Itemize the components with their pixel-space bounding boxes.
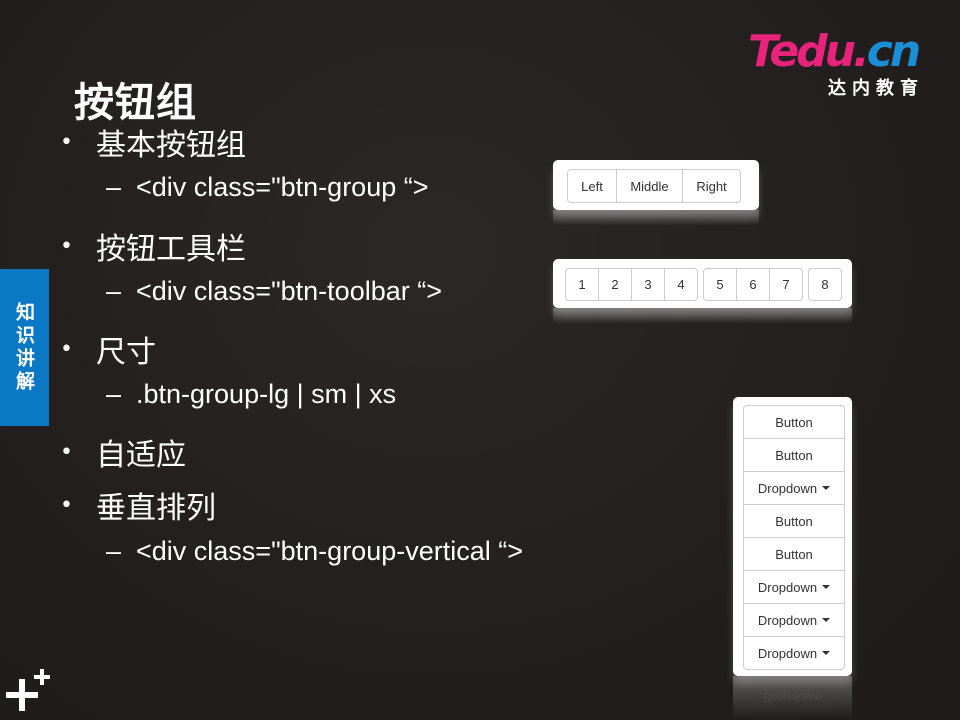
bullet-text: 垂直排列 bbox=[96, 491, 216, 526]
bullet-text: 按钮工具栏 bbox=[96, 232, 246, 267]
vertical-dropdown[interactable]: Dropdown bbox=[743, 471, 845, 505]
bullet-text: 基本按钮组 bbox=[96, 128, 246, 163]
bullet-item: • 自适应 bbox=[60, 430, 186, 474]
vertical-dropdown[interactable]: Dropdown bbox=[743, 636, 845, 670]
bullet-item: • 尺寸 bbox=[60, 327, 156, 371]
bullet-dot: • bbox=[60, 129, 73, 155]
caret-down-icon bbox=[822, 651, 831, 655]
logo-wordmark: Tedu.cn bbox=[748, 26, 921, 77]
vertical-dropdown[interactable]: Dropdown bbox=[743, 570, 845, 604]
sub-dash: – bbox=[106, 379, 122, 409]
sub-item: – <div class="btn-group “> bbox=[106, 172, 429, 203]
page-button-1[interactable]: 1 bbox=[565, 268, 599, 301]
page-button-6[interactable]: 6 bbox=[736, 268, 770, 301]
panel-reflection bbox=[553, 210, 759, 226]
page-button-2[interactable]: 2 bbox=[598, 268, 632, 301]
vertical-button[interactable]: Button bbox=[743, 405, 845, 439]
sub-dash: – bbox=[106, 172, 122, 202]
btn-group: Left Middle Right bbox=[567, 169, 741, 203]
toolbar-group-1: 1 2 3 4 bbox=[565, 268, 698, 301]
tedu-logo: Tedu.cn 达内教育 bbox=[748, 28, 928, 100]
bullet-item: • 按钮工具栏 bbox=[60, 224, 246, 268]
caret-down-icon bbox=[822, 618, 831, 622]
sub-item: – <div class="btn-group-vertical “> bbox=[106, 536, 523, 567]
sub-item: – <div class="btn-toolbar “> bbox=[106, 276, 442, 307]
sub-item: – .btn-group-lg | sm | xs bbox=[106, 379, 396, 410]
bullet-dot: • bbox=[60, 492, 73, 518]
plus-icon bbox=[6, 669, 50, 711]
side-tab-label: 知识讲解 bbox=[13, 301, 35, 394]
page-button-4[interactable]: 4 bbox=[664, 268, 698, 301]
toolbar-group-3: 8 bbox=[808, 268, 842, 301]
sub-text: <div class="btn-group-vertical “> bbox=[136, 536, 524, 566]
bullet-item: • 垂直排列 bbox=[60, 483, 216, 527]
page-button-7[interactable]: 7 bbox=[769, 268, 803, 301]
page-button-3[interactable]: 3 bbox=[631, 268, 665, 301]
caret-down-icon bbox=[822, 486, 831, 490]
bullet-text: 尺寸 bbox=[96, 335, 156, 370]
sub-dash: – bbox=[106, 276, 122, 306]
sub-text: <div class="btn-toolbar “> bbox=[136, 276, 442, 306]
left-button[interactable]: Left bbox=[567, 169, 617, 203]
panel-reflection: Dropdown bbox=[733, 676, 852, 720]
page-button-8[interactable]: 8 bbox=[808, 268, 842, 301]
vertical-dropdown[interactable]: Dropdown bbox=[743, 603, 845, 637]
sub-text: <div class="btn-group “> bbox=[136, 172, 429, 202]
vertical-button[interactable]: Button bbox=[743, 438, 845, 472]
basic-group-demo: Left Middle Right bbox=[553, 160, 759, 210]
bullet-text: 自适应 bbox=[96, 438, 186, 473]
sub-dash: – bbox=[106, 536, 122, 566]
vertical-button[interactable]: Button bbox=[743, 504, 845, 538]
vertical-button[interactable]: Button bbox=[743, 537, 845, 571]
toolbar-demo: 1 2 3 4 5 6 7 8 bbox=[553, 259, 852, 308]
panel-reflection bbox=[553, 308, 852, 324]
right-button[interactable]: Right bbox=[682, 169, 741, 203]
bullet-dot: • bbox=[60, 233, 73, 259]
logo-subtitle: 达内教育 bbox=[828, 78, 924, 99]
btn-group-vertical: Button Button Dropdown Button Button Dro… bbox=[743, 405, 845, 670]
toolbar-group-2: 5 6 7 bbox=[703, 268, 803, 301]
reflection-text: Dropdown bbox=[762, 690, 823, 705]
bullet-dot: • bbox=[60, 439, 73, 465]
sub-text: .btn-group-lg | sm | xs bbox=[136, 379, 397, 409]
side-section-tab: 知识讲解 bbox=[0, 269, 49, 426]
middle-button[interactable]: Middle bbox=[616, 169, 683, 203]
vertical-group-demo: Button Button Dropdown Button Button Dro… bbox=[733, 397, 852, 676]
bullet-item: • 基本按钮组 bbox=[60, 120, 246, 164]
bullet-dot: • bbox=[60, 336, 73, 362]
caret-down-icon bbox=[822, 585, 831, 589]
page-button-5[interactable]: 5 bbox=[703, 268, 737, 301]
